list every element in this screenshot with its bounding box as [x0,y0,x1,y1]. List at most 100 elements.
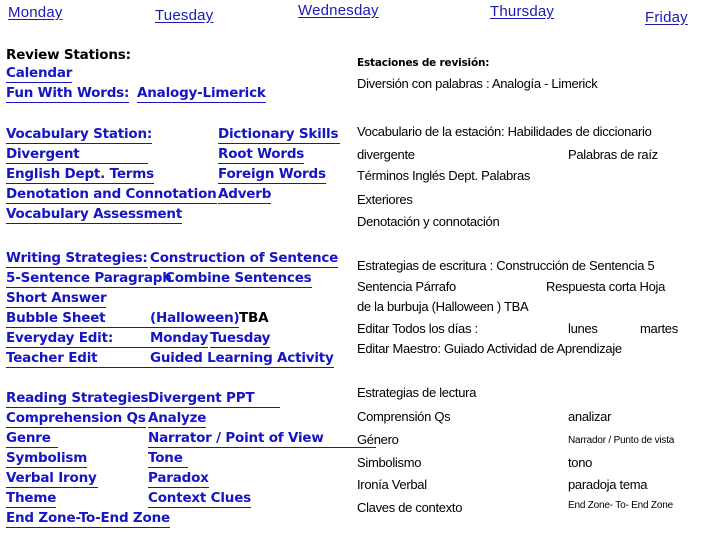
block-vocabulary-station-en-item[interactable]: Vocabulary Station: [6,123,152,144]
block-reading-strategies-en-item[interactable]: Narrator / Point of View [148,427,376,448]
link-text[interactable]: Vocabulary Station: [6,126,152,144]
link-text[interactable]: Theme [6,490,56,508]
link-text[interactable]: Foreign Words [218,166,326,184]
block-writing-strategies-en-item[interactable]: Everyday Edit: [6,327,150,348]
block-reading-strategies-es-item: Género [357,432,399,447]
block-reading-strategies-en-item[interactable]: Verbal Irony [6,467,98,488]
block-review-stations-es-item: Estaciones de revisión: [357,57,490,69]
block-reading-strategies-es-item: tono [568,455,593,470]
link-text[interactable]: English Dept. Terms [6,166,154,184]
link-text[interactable]: Narrator / Point of View [148,430,376,448]
block-review-stations-en-item: Review Stations: [6,44,131,63]
block-writing-strategies-es-item: Editar Maestro: Guiado Actividad de Apre… [357,341,622,356]
link-text[interactable]: Tone [148,450,188,468]
link-text[interactable]: Vocabulary Assessment [6,206,182,224]
block-writing-strategies-en-item[interactable]: Guided Learning Activity [150,347,334,368]
block-vocabulary-station-es-item: divergente [357,147,415,162]
link-text[interactable]: Analogy-Limerick [137,85,266,103]
block-vocabulary-station-en-item[interactable]: Vocabulary Assessment [6,203,182,224]
block-vocabulary-station-en-item[interactable]: English Dept. Terms [6,163,154,184]
block-writing-strategies-en-item[interactable]: Teacher Edit [6,347,150,368]
block-reading-strategies-en-item[interactable]: End Zone-To-End Zone [6,507,170,528]
link-text[interactable]: End Zone-To-End Zone [6,510,170,528]
block-writing-strategies-en-item: TBA [239,307,269,326]
static-text: TBA [239,310,269,326]
block-vocabulary-station-es-item: Palabras de raíz [568,147,658,162]
day-header-monday[interactable]: Monday [8,4,63,21]
block-reading-strategies-en-item[interactable]: Paradox [148,467,209,488]
link-text[interactable]: Context Clues [148,490,251,508]
link-text[interactable]: Divergent PPT [148,390,280,408]
block-review-stations-en-item[interactable]: Calendar [6,62,72,83]
link-text[interactable]: Verbal Irony [6,470,98,488]
block-writing-strategies-es-item: lunes [568,321,598,336]
block-writing-strategies-en-item[interactable]: Tuesday [210,327,270,348]
link-text[interactable]: Monday [150,330,208,348]
block-vocabulary-station-en-item[interactable]: Foreign Words [218,163,326,184]
block-writing-strategies-en-item[interactable]: Writing Strategies: [6,247,148,268]
block-review-stations-en-item[interactable]: Analogy-Limerick [137,82,266,103]
day-header-wednesday[interactable]: Wednesday [298,2,379,19]
block-reading-strategies-en-item[interactable]: Tone [148,447,188,468]
block-reading-strategies-en-item[interactable]: Analyze [148,407,206,428]
link-text[interactable]: Root Words [218,146,304,164]
link-text[interactable]: Adverb [218,186,271,204]
block-writing-strategies-es-item: Sentencia Párrafo [357,279,456,294]
block-reading-strategies-es-item: analizar [568,409,612,424]
block-vocabulary-station-en-item[interactable]: Root Words [218,143,304,164]
link-text[interactable]: Analyze [148,410,206,428]
link-text[interactable]: Comprehension Qs [6,410,146,428]
block-reading-strategies-es-item: Narrador / Punto de vista [568,435,675,446]
block-writing-strategies-en-item[interactable]: Combine Sentences [165,267,312,288]
block-reading-strategies-es-item: Simbolismo [357,455,422,470]
block-writing-strategies-es-item: de la burbuja (Halloween ) TBA [357,299,529,314]
block-reading-strategies-es-item: Claves de contexto [357,500,463,515]
block-writing-strategies-en-item[interactable]: Short Answer [6,287,107,308]
link-text[interactable]: Tuesday [210,330,270,348]
link-text[interactable]: Short Answer [6,290,107,308]
link-text[interactable]: Writing Strategies: [6,250,148,268]
link-text[interactable]: Teacher Edit [6,350,150,368]
block-writing-strategies-en-item[interactable]: Construction of Sentence [150,247,338,268]
block-vocabulary-station-en-item[interactable]: Dictionary Skills [218,123,340,144]
block-reading-strategies-es-item: Ironía Verbal [357,477,427,492]
link-text[interactable]: Paradox [148,470,209,488]
block-reading-strategies-en-item[interactable]: Context Clues [148,487,251,508]
block-vocabulary-station-en-item[interactable]: Adverb [218,183,271,204]
block-writing-strategies-es-item: martes [640,321,678,336]
block-writing-strategies-es-item: Editar Todos los días : [357,321,478,336]
block-writing-strategies-en-item[interactable]: (Halloween) [150,307,240,328]
block-reading-strategies-en-item[interactable]: Theme [6,487,56,508]
link-text[interactable]: Fun With Words: [6,85,129,103]
link-text[interactable]: (Halloween) [150,310,240,328]
link-text[interactable]: 5-Sentence Paragraph [6,270,172,288]
block-writing-strategies-en-item[interactable]: Bubble Sheet [6,307,150,328]
link-text[interactable]: Divergent [6,146,148,164]
link-text[interactable]: Bubble Sheet [6,310,150,328]
link-text[interactable]: Dictionary Skills [218,126,340,144]
block-reading-strategies-en-item[interactable]: Symbolism [6,447,87,468]
block-writing-strategies-es-item: Respuesta corta Hoja [546,279,666,294]
link-text[interactable]: Combine Sentences [165,270,312,288]
link-text[interactable]: Genre [6,430,58,448]
day-header-friday[interactable]: Friday [645,9,688,26]
block-vocabulary-station-en-item[interactable]: Divergent [6,143,148,164]
block-writing-strategies-en-item[interactable]: 5-Sentence Paragraph [6,267,172,288]
block-reading-strategies-en-item[interactable]: Divergent PPT [148,387,280,408]
block-reading-strategies-en-item[interactable]: Genre [6,427,58,448]
link-text[interactable]: Everyday Edit: [6,330,150,348]
block-vocabulary-station-en-item[interactable]: Denotation and Connotation [6,183,217,204]
link-text[interactable]: Guided Learning Activity [150,350,334,368]
link-text[interactable]: Symbolism [6,450,87,468]
block-reading-strategies-es-item: End Zone- To- End Zone [568,500,673,511]
block-reading-strategies-en-item[interactable]: Comprehension Qs [6,407,146,428]
link-text[interactable]: Denotation and Connotation [6,186,217,204]
block-reading-strategies-en-item[interactable]: Reading Strategies [6,387,149,408]
link-text[interactable]: Calendar [6,65,72,83]
link-text[interactable]: Reading Strategies [6,390,149,408]
day-header-thursday[interactable]: Thursday [490,3,554,20]
link-text[interactable]: Construction of Sentence [150,250,338,268]
day-header-tuesday[interactable]: Tuesday [155,7,213,24]
block-writing-strategies-en-item[interactable]: Monday [150,327,208,348]
block-review-stations-en-item[interactable]: Fun With Words: [6,82,129,103]
